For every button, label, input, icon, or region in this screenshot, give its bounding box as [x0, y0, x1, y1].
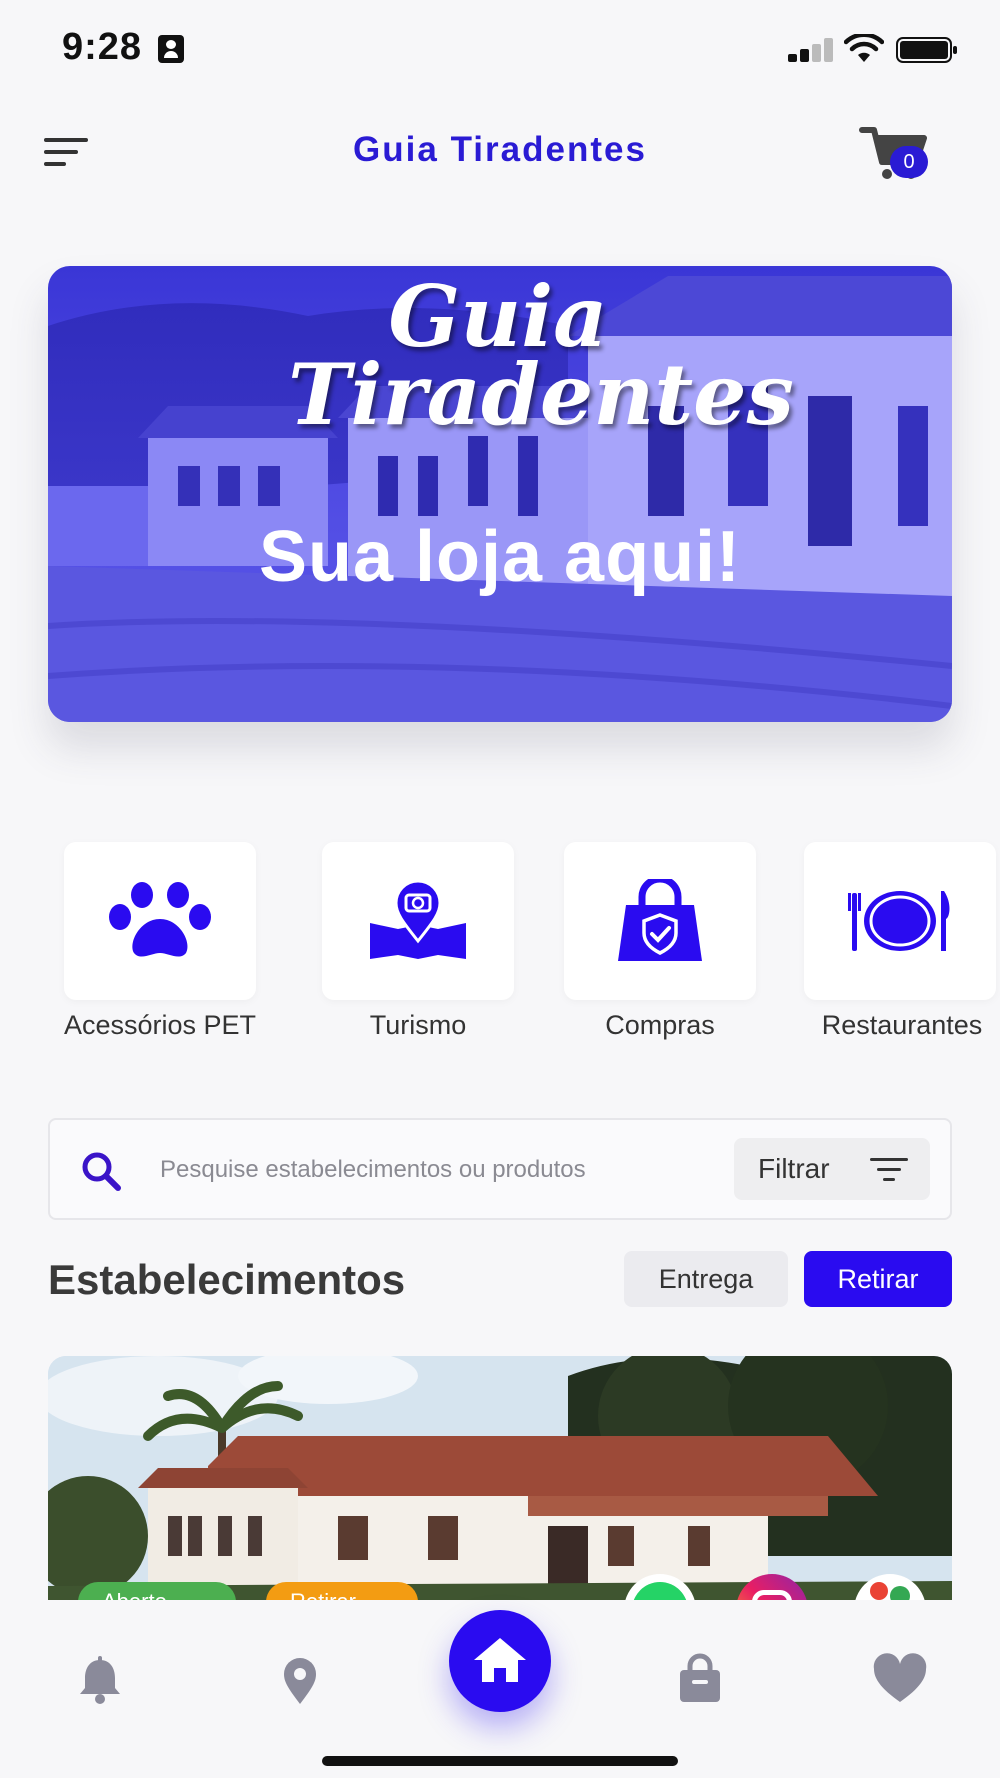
app-screen: 9:28 Guia Tiradentes 0 Guia Tiradentes S…: [0, 0, 1000, 1778]
open-status-badge: Aberto: [78, 1582, 236, 1600]
bell-icon: [80, 1656, 120, 1704]
nav-notifications[interactable]: [70, 1650, 130, 1710]
category-label: Restaurantes: [821, 1010, 983, 1040]
search-icon[interactable]: [78, 1148, 124, 1194]
search-input[interactable]: [160, 1150, 680, 1190]
battery-icon: [896, 37, 957, 63]
category-card[interactable]: [564, 842, 756, 1000]
category-label: Turismo: [369, 1010, 467, 1040]
category-label: Compras: [605, 1010, 715, 1040]
pickup-toggle-button[interactable]: Retirar: [804, 1251, 952, 1307]
nav-orders[interactable]: [670, 1650, 730, 1710]
search-bar: Filtrar: [48, 1118, 952, 1220]
establishment-photo: [48, 1356, 952, 1600]
delivery-toggle-button[interactable]: Entrega: [624, 1251, 788, 1307]
shopping-bag-icon: [618, 879, 702, 961]
establishment-card[interactable]: Aberto Retirar: [48, 1356, 952, 1600]
banner-headline: Sua loja aqui!: [258, 517, 742, 597]
app-title: Guia Tiradentes: [353, 130, 647, 169]
wifi-icon: [844, 34, 884, 62]
promo-banner[interactable]: Guia Tiradentes Sua loja aqui!: [48, 266, 952, 722]
nav-favorites[interactable]: [870, 1650, 930, 1710]
home-indicator: [322, 1756, 678, 1766]
category-card[interactable]: [804, 842, 996, 1000]
pickup-badge: Retirar: [266, 1582, 418, 1600]
filter-button[interactable]: Filtrar: [734, 1138, 930, 1200]
status-time: 9:28: [62, 26, 143, 68]
plate-cutlery-icon: [848, 891, 950, 951]
contact-card-icon: [158, 35, 184, 63]
location-pin-icon: [284, 1658, 316, 1704]
category-card[interactable]: [64, 842, 256, 1000]
cart-count-badge: 0: [890, 146, 928, 178]
nav-location[interactable]: [270, 1650, 330, 1710]
cellular-signal-icon: [788, 38, 834, 62]
map-pin-camera-icon: [370, 881, 466, 959]
paw-icon: [109, 882, 211, 957]
banner-script-title: Guia Tiradentes: [288, 267, 794, 444]
shopping-bag-icon: [680, 1653, 720, 1702]
filter-label: Filtrar: [758, 1153, 830, 1184]
heart-icon: [873, 1653, 927, 1702]
bottom-navigation: [0, 1600, 1000, 1778]
filter-icon: [870, 1158, 910, 1182]
category-label: Acessórios PET: [63, 1010, 257, 1040]
status-bar: 9:28: [0, 0, 1000, 100]
home-icon: [474, 1638, 526, 1682]
category-card[interactable]: [322, 842, 514, 1000]
section-title: Estabelecimentos: [48, 1256, 406, 1303]
nav-home[interactable]: [449, 1610, 551, 1712]
